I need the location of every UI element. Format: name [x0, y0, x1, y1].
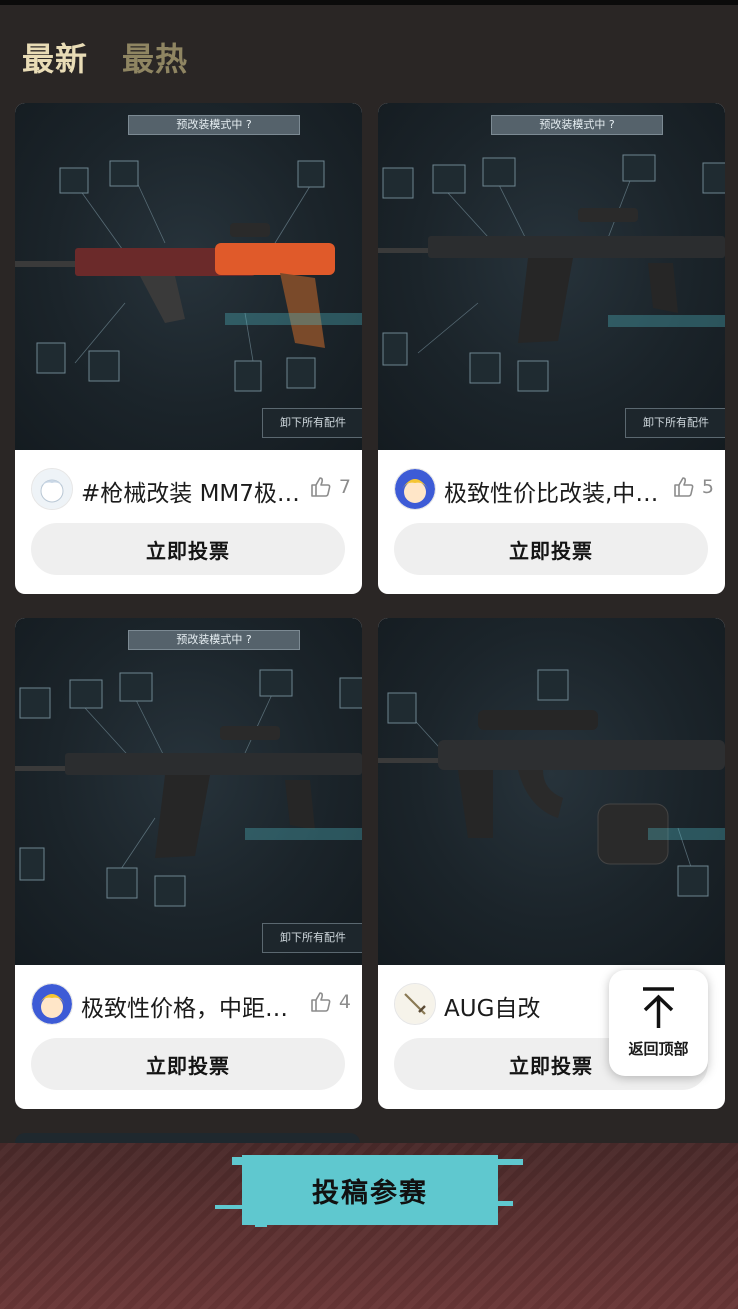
- avatar[interactable]: [31, 468, 73, 510]
- vote-button[interactable]: 立即投票: [394, 523, 708, 575]
- avatar[interactable]: [394, 468, 436, 510]
- weapon-illustration: [378, 669, 725, 897]
- sort-tabs: 最新 最热: [22, 34, 188, 80]
- submission-card[interactable]: 预改装模式中 ? 卸下所有配件: [378, 103, 725, 594]
- submit-entry-button[interactable]: 投稿参赛: [242, 1155, 498, 1225]
- like-count-value: 5: [701, 476, 714, 498]
- weapon-illustration: [378, 154, 725, 392]
- thumbs-up-icon: [674, 477, 694, 497]
- remove-all-parts-label: 卸下所有配件: [262, 923, 362, 953]
- avatar-yellow-hair-icon: [395, 469, 435, 509]
- arrow-up-icon: [643, 987, 674, 1028]
- back-to-top-label: 返回顶部: [628, 1040, 689, 1058]
- avatar[interactable]: [31, 983, 73, 1025]
- weapon-screenshot: 预改装模式中 ? 卸下所有配件: [378, 103, 725, 450]
- avatar[interactable]: [394, 983, 436, 1025]
- post-title[interactable]: 极致性价比改装,中距离压枪: [444, 474, 664, 508]
- remove-all-parts-label: 卸下所有配件: [262, 408, 362, 438]
- like-count[interactable]: 4: [309, 990, 351, 1014]
- avatar-yellow-hair-icon: [32, 984, 72, 1024]
- vote-button[interactable]: 立即投票: [31, 1038, 345, 1090]
- avatar-sword-icon: [395, 984, 435, 1024]
- weapon-illustration: [15, 160, 362, 392]
- weapon-screenshot: 预改装模式中 ? 卸下所有配件: [15, 103, 362, 450]
- submission-card[interactable]: 预改装模式中 ? 卸下所有配件: [15, 618, 362, 1109]
- weapon-screenshot: [378, 618, 725, 965]
- back-to-top-button[interactable]: 返回顶部: [609, 970, 708, 1076]
- tab-hottest[interactable]: 最热: [122, 34, 188, 80]
- thumbs-up-icon: [311, 477, 331, 497]
- weapon-screenshot: 预改装模式中 ? 卸下所有配件: [15, 618, 362, 965]
- like-count[interactable]: 5: [672, 475, 714, 499]
- like-count-value: 7: [338, 476, 351, 498]
- remove-all-parts-label: 卸下所有配件: [625, 408, 725, 438]
- like-count-value: 4: [338, 991, 351, 1013]
- post-title[interactable]: 极致性价格，中距离改装: [81, 989, 301, 1023]
- vote-button[interactable]: 立即投票: [31, 523, 345, 575]
- avatar-white-hair-icon: [32, 469, 72, 509]
- status-strip: [0, 0, 738, 5]
- thumbs-up-icon: [311, 992, 331, 1012]
- submission-card[interactable]: 预改装模式中 ? 卸下所有配件: [15, 103, 362, 594]
- bottom-submit-bar: 投稿参赛: [0, 1143, 738, 1309]
- weapon-illustration: [15, 669, 362, 907]
- like-count[interactable]: 7: [309, 475, 351, 499]
- post-title[interactable]: #枪械改装 MM7极致性价比改装: [81, 474, 301, 508]
- tab-latest[interactable]: 最新: [22, 34, 88, 80]
